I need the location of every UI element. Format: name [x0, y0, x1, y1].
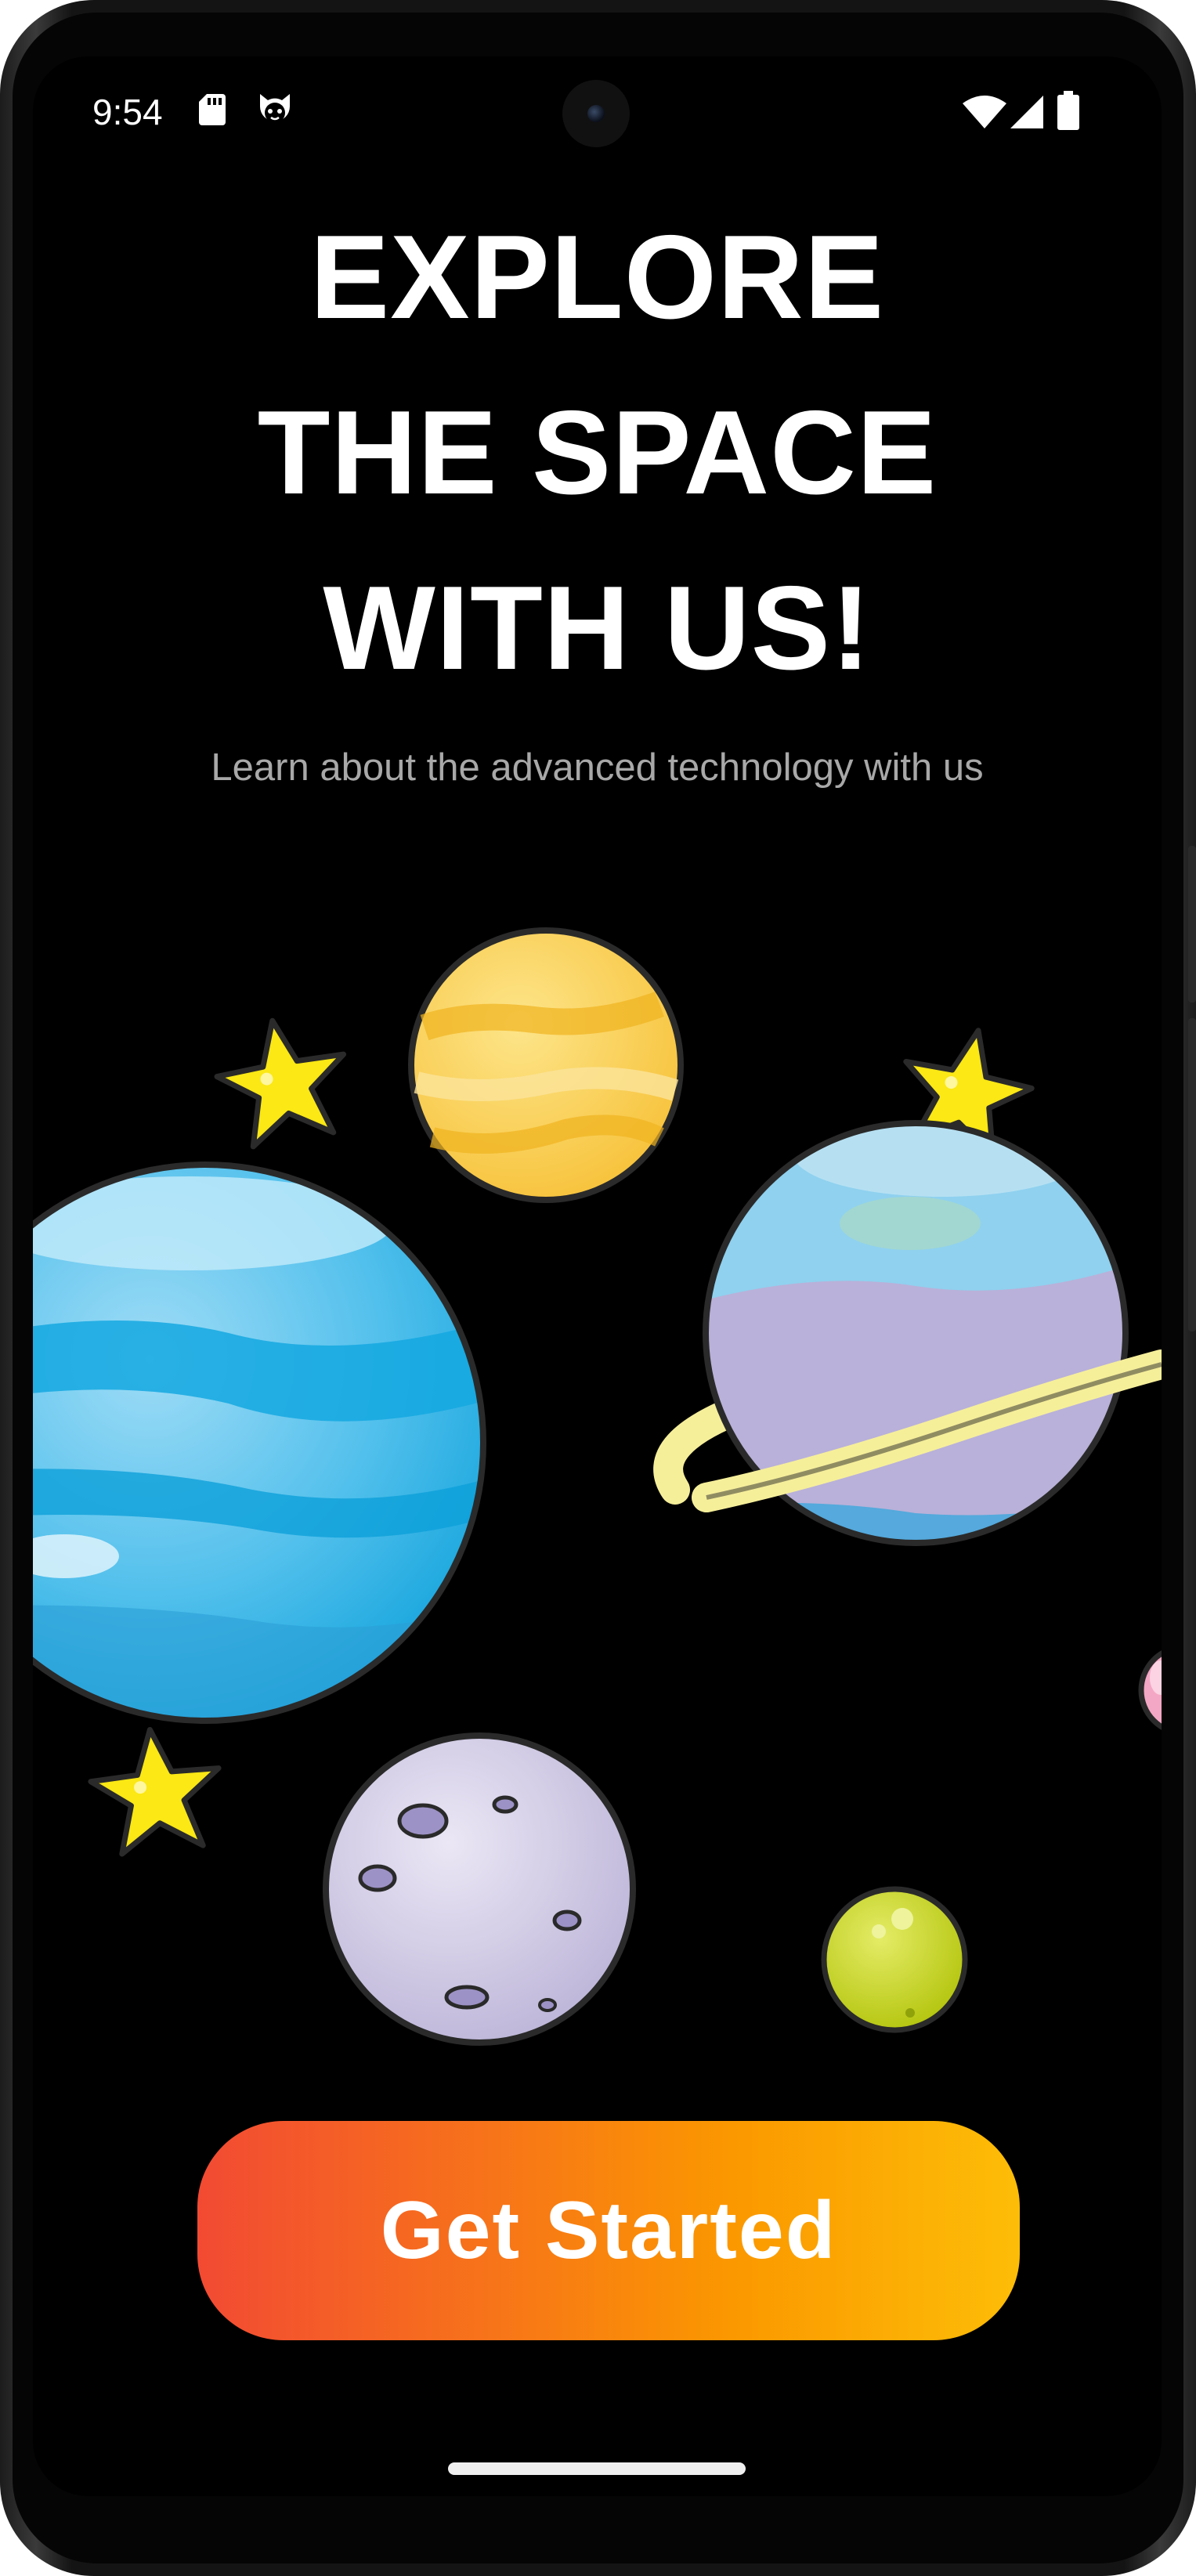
big-blue-planet — [33, 1162, 486, 1724]
pink-planet — [1138, 1650, 1162, 1730]
headline-line-3: WITH US! — [323, 562, 872, 695]
sd-card-icon — [199, 94, 226, 129]
battery-icon — [1057, 91, 1079, 134]
phone-frame: 9:54 EXPLORE THE SPACE WITH US! Learn ab… — [0, 0, 1196, 2576]
headline: EXPLORE THE SPACE WITH US! — [33, 190, 1162, 716]
cellular-signal-icon — [1010, 96, 1043, 132]
yellow-planet — [408, 927, 684, 1203]
lime-planet — [821, 1886, 968, 2033]
star-bottom-left — [88, 1726, 222, 1857]
cat-notification-icon — [255, 91, 294, 132]
volume-button — [1188, 1018, 1196, 1331]
power-button — [1188, 846, 1196, 1003]
front-camera — [562, 80, 630, 147]
screen: 9:54 EXPLORE THE SPACE WITH US! Learn ab… — [33, 56, 1162, 2496]
star-top-left — [214, 1017, 347, 1150]
headline-line-2: THE SPACE — [257, 386, 938, 519]
space-illustration — [33, 927, 1162, 2046]
get-started-button[interactable]: Get Started — [197, 2121, 1020, 2340]
status-bar: 9:54 — [33, 56, 1162, 174]
lavender-moon — [323, 1732, 636, 2046]
wifi-icon — [963, 96, 1006, 132]
ringed-planet — [653, 1120, 1162, 1546]
subtitle: Learn about the advanced technology with… — [211, 746, 984, 789]
home-indicator[interactable] — [448, 2462, 746, 2475]
status-time: 9:54 — [92, 92, 163, 132]
headline-line-1: EXPLORE — [309, 211, 885, 344]
